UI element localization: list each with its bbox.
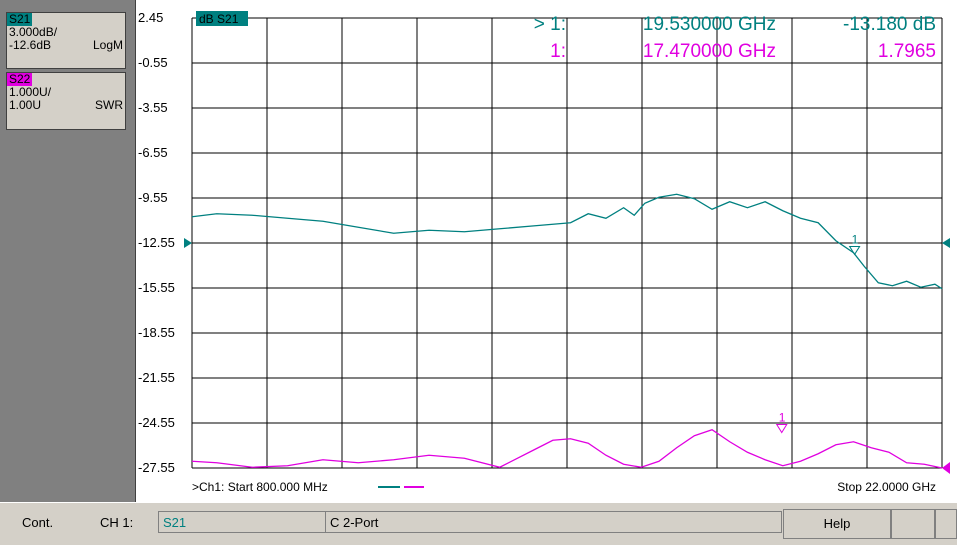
trace-ref: 1.00U xyxy=(9,98,42,112)
trace-format: LogM xyxy=(92,38,123,52)
y-tick-label: -18.55 xyxy=(138,325,175,340)
trace-ref: -12.6dB xyxy=(9,38,52,52)
marker-readout-value: -13.180 dB xyxy=(843,14,936,35)
ref-arrow-right-icon xyxy=(942,238,950,248)
marker-readout-value: 1.7965 xyxy=(878,41,936,62)
marker-readout-frequency: 17.470000 GHz xyxy=(643,41,776,62)
y-tick-label: -24.55 xyxy=(138,415,175,430)
sweep-mode[interactable]: Cont. xyxy=(22,515,53,530)
y-tick-label: -0.55 xyxy=(138,55,168,70)
y-tick-label: 2.45 xyxy=(138,10,163,25)
trace-box-s21[interactable]: S21 3.000dB/ -12.6dB LogM xyxy=(6,12,126,69)
y-tick-label: -3.55 xyxy=(138,100,168,115)
help-button[interactable]: Help xyxy=(783,509,891,539)
active-param-field[interactable]: S21 xyxy=(158,511,326,533)
trace-panel: S21 3.000dB/ -12.6dB LogM S22 1.000U/ 1.0… xyxy=(0,0,136,502)
plot-area[interactable]: 2.45 -0.55 -3.55 -6.55 -9.55 -12.55 -15.55 -18.… xyxy=(136,0,957,502)
marker-label: 1 xyxy=(852,232,859,246)
y-tick-label: -15.55 xyxy=(138,280,175,295)
channel-label: CH 1: xyxy=(100,515,134,530)
ref-arrow-left-icon xyxy=(184,238,192,248)
trace-box-s22[interactable]: S22 1.000U/ 1.00U SWR xyxy=(6,72,126,130)
ref-arrow-s22-icon xyxy=(942,462,950,474)
marker-label: 1 xyxy=(779,411,786,425)
y-tick-label: -6.55 xyxy=(138,145,168,160)
cal-status-field: C 2-Port xyxy=(326,511,782,533)
status-slot xyxy=(935,509,957,539)
chart-svg: 2.45 -0.55 -3.55 -6.55 -9.55 -12.55 -15.55 -18.… xyxy=(138,10,950,494)
y-tick-label: -12.55 xyxy=(138,235,175,250)
chart-title-tag: dB S21 xyxy=(199,12,239,26)
sweep-stop-label: Stop 22.0000 GHz xyxy=(837,480,936,494)
y-tick-label: -21.55 xyxy=(138,370,175,385)
marker-readout-frequency: 19.530000 GHz xyxy=(643,14,776,35)
y-tick-label: -27.55 xyxy=(138,460,175,475)
sweep-start-label: >Ch1: Start 800.000 MHz xyxy=(192,480,328,494)
marker-readout-prefix: > 1: xyxy=(534,14,566,35)
y-tick-label: -9.55 xyxy=(138,190,168,205)
marker-readout-prefix: 1: xyxy=(550,41,566,62)
status-bar: Cont. CH 1: S21 C 2-Port Help xyxy=(0,502,957,545)
trace-format: SWR xyxy=(95,98,123,112)
status-slot xyxy=(891,509,935,539)
marker-triangle-icon xyxy=(775,424,788,434)
